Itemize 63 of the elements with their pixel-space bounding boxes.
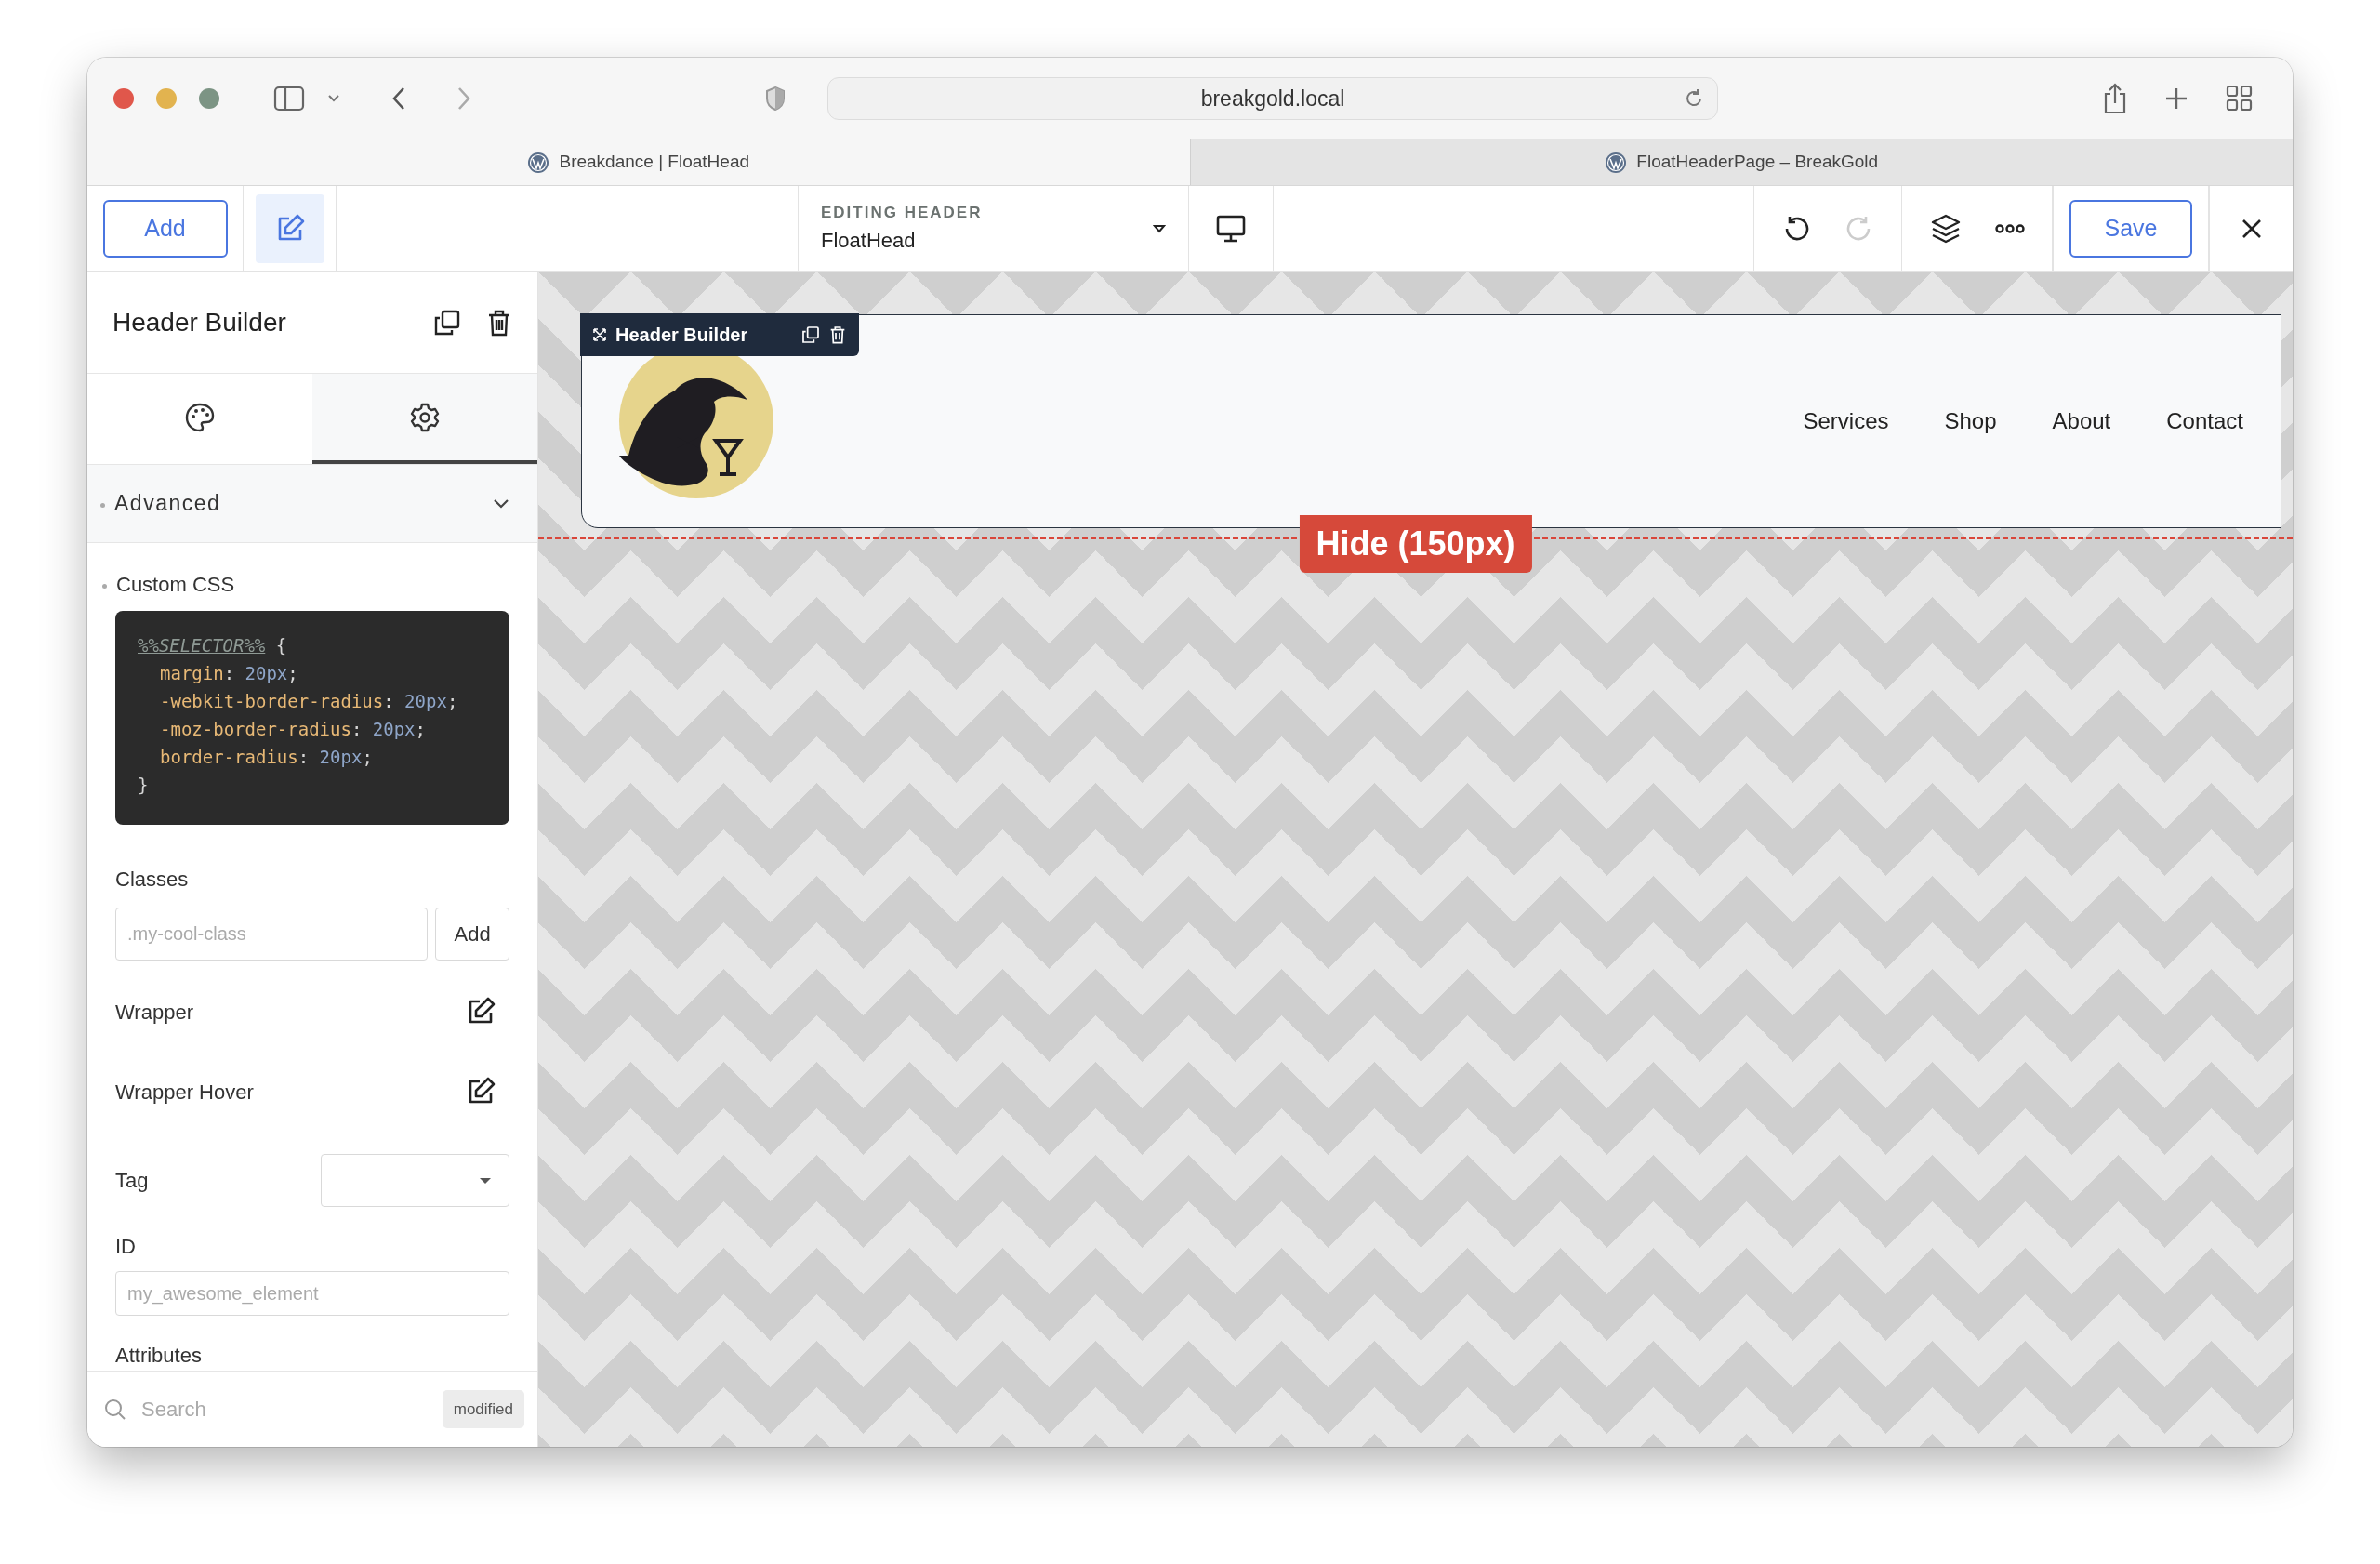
nav-link[interactable]: Shop bbox=[1944, 404, 1997, 438]
element-label: Header Builder bbox=[615, 324, 748, 347]
tag-label: Tag bbox=[115, 1168, 149, 1194]
reload-icon[interactable] bbox=[1684, 88, 1704, 109]
nav-link[interactable]: About bbox=[2052, 404, 2111, 438]
browser-tab[interactable]: Breakdance | FloatHead bbox=[87, 139, 1190, 185]
nav-link[interactable]: Services bbox=[1803, 404, 1889, 438]
edit-button[interactable] bbox=[255, 193, 324, 263]
trash-icon[interactable] bbox=[487, 308, 511, 337]
id-input-field[interactable]: my_awesome_element bbox=[115, 1271, 509, 1316]
zoom-window-icon[interactable] bbox=[199, 88, 219, 109]
settings-tab[interactable] bbox=[312, 374, 537, 464]
classes-label: Classes bbox=[115, 867, 190, 893]
field-label: Wrapper Hover bbox=[115, 1079, 254, 1106]
code-line: %%SELECTOR%% { bbox=[138, 634, 288, 657]
custom-css-label: Custom CSS bbox=[116, 573, 235, 596]
trash-icon[interactable] bbox=[829, 325, 847, 344]
browser-tab[interactable]: FloatHeaderPage – BreakGold bbox=[1189, 139, 2293, 185]
tab-overview-icon[interactable] bbox=[2226, 85, 2254, 113]
add-class-button[interactable]: Add bbox=[435, 908, 509, 961]
expand-icon[interactable] bbox=[593, 328, 606, 341]
field-label: Wrapper bbox=[115, 999, 193, 1026]
plus-icon[interactable] bbox=[2164, 86, 2188, 111]
back-icon[interactable] bbox=[390, 86, 407, 112]
search-icon bbox=[104, 1398, 126, 1421]
advanced-section-header[interactable]: Advanced bbox=[87, 465, 537, 543]
close-window-icon[interactable] bbox=[113, 88, 134, 109]
wordpress-icon bbox=[1605, 151, 1628, 174]
duplicate-icon[interactable] bbox=[433, 308, 461, 337]
chevron-down-icon bbox=[493, 497, 509, 510]
settings-icon bbox=[409, 401, 441, 433]
caret-icon bbox=[1153, 223, 1166, 233]
more-icon[interactable] bbox=[1994, 222, 2025, 234]
attributes-label: Attributes bbox=[115, 1343, 203, 1369]
palette-icon bbox=[184, 401, 216, 433]
layers-icon[interactable] bbox=[1929, 212, 1962, 245]
duplicate-icon[interactable] bbox=[801, 325, 821, 344]
address-bar[interactable]: breakgold.local bbox=[827, 77, 1718, 120]
class-input-field[interactable]: .my-cool-class bbox=[115, 908, 429, 961]
nav-link[interactable]: Contact bbox=[2166, 404, 2243, 438]
code-line: margin: 20px; bbox=[159, 662, 299, 685]
hide-threshold-label: Hide (150px) bbox=[1299, 515, 1532, 573]
desktop-icon[interactable] bbox=[1215, 213, 1247, 244]
panel-title: Header Builder bbox=[112, 306, 286, 338]
code-line: border-radius: 20px; bbox=[159, 746, 374, 769]
code-line: -moz-border-radius: 20px; bbox=[159, 718, 427, 741]
code-line: } bbox=[138, 774, 150, 797]
code-editor[interactable]: %%SELECTOR%% { margin: 20px; -webkit-border-radius: 20px; -moz-border-radius: 20px; border-radius: 20px; } bbox=[115, 611, 509, 825]
url-text: breakgold.local bbox=[1200, 85, 1345, 113]
close-icon[interactable] bbox=[2240, 217, 2263, 240]
sidebar-icon[interactable] bbox=[273, 86, 305, 112]
share-icon[interactable] bbox=[2103, 83, 2127, 114]
add-button[interactable]: Add bbox=[102, 199, 228, 258]
search-field[interactable]: Search bbox=[139, 1393, 344, 1425]
id-label: ID bbox=[115, 1234, 137, 1260]
code-line: -webkit-border-radius: 20px; bbox=[159, 690, 459, 713]
header-select[interactable]: EDITING HEADER FloatHead bbox=[798, 186, 1188, 271]
modified-badge: modified bbox=[442, 1389, 524, 1429]
wordpress-icon bbox=[527, 151, 550, 174]
chevron-down-icon[interactable] bbox=[327, 94, 340, 103]
shield-icon[interactable] bbox=[764, 86, 787, 112]
caret-icon bbox=[479, 1176, 492, 1185]
save-button[interactable]: Save bbox=[2069, 199, 2192, 258]
